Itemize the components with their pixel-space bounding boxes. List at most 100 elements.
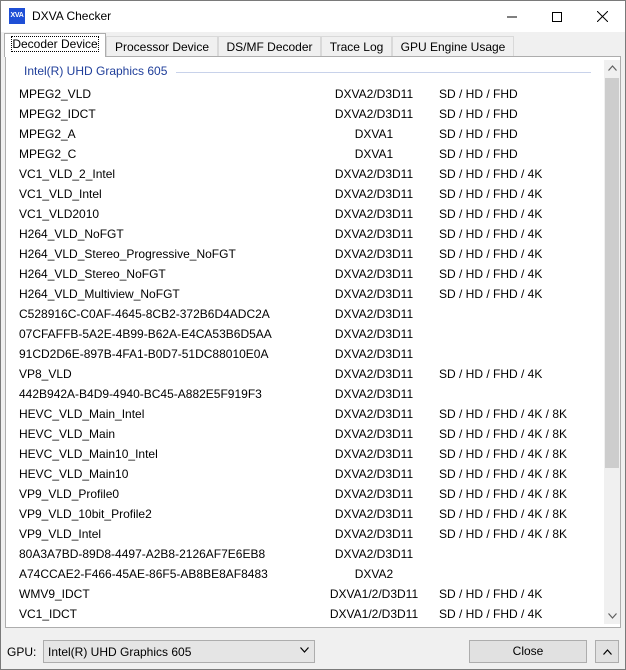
group-title: Intel(R) UHD Graphics 605 (24, 64, 168, 78)
decoder-api: DXVA2/D3D11 (334, 547, 414, 561)
list-item[interactable]: H264_VLD_Stereo_Progressive_NoFGT DXVA2/D… (9, 244, 603, 264)
decoder-api: DXVA2/D3D11 (334, 427, 414, 441)
tab-decoder-device[interactable]: Decoder Device (4, 33, 106, 57)
app-window: XVA DXVA Checker Decoder Device Processo… (0, 0, 626, 670)
list-item[interactable]: HEVC_VLD_Main10_Intel DXVA2/D3D11 SD / HD … (9, 444, 603, 464)
decoder-name: MPEG2_A (19, 127, 76, 141)
decoder-name: 80A3A7BD-89D8-4497-A2B8-2126AF7E6EB8 (19, 547, 266, 561)
close-window-button[interactable] (579, 1, 625, 32)
decoder-name: HEVC_VLD_Main (19, 427, 116, 441)
gpu-label: GPU: (7, 645, 37, 659)
decoder-resolutions: SD / HD / FHD / 4K / 8K (439, 427, 568, 441)
tab-ds-mf-decoder[interactable]: DS/MF Decoder (218, 36, 321, 56)
decoder-api: DXVA2/D3D11 (334, 407, 414, 421)
tab-trace-log[interactable]: Trace Log (321, 36, 392, 56)
tab-label: Trace Log (329, 40, 384, 54)
list-item[interactable]: VP9_VLD_Intel DXVA2/D3D11 SD / HD / FHD / … (9, 524, 603, 544)
decoder-resolutions: SD / HD / FHD / 4K (439, 167, 543, 181)
decoder-api: DXVA2/D3D11 (334, 227, 414, 241)
list-item[interactable]: VC1_VLD_Intel DXVA2/D3D11 SD / HD / FHD / … (9, 184, 603, 204)
list-item[interactable]: C528916C-C0AF-4645-8CB2-372B6D4ADC2A DXVA… (9, 304, 603, 324)
decoder-name: WMV9_IDCT (19, 587, 90, 601)
decoder-resolutions: SD / HD / FHD / 4K / 8K (439, 447, 568, 461)
list-item[interactable]: VC1_IDCT DXVA1/2/D3D11 SD / HD / FHD / 4K (9, 604, 603, 624)
list-item[interactable]: 91CD2D6E-897B-4FA1-B0D7-51DC88010E0A DXVA… (9, 344, 603, 364)
group-divider (176, 72, 591, 73)
minimize-button[interactable] (489, 1, 535, 32)
decoder-api: DXVA2/D3D11 (334, 207, 414, 221)
list-item[interactable]: VP8_VLD DXVA2/D3D11 SD / HD / FHD / 4K (9, 364, 603, 384)
decoder-api: DXVA2/D3D11 (334, 347, 414, 361)
decoder-resolutions: SD / HD / FHD / 4K / 8K (439, 487, 568, 501)
list-item[interactable]: HEVC_VLD_Main_Intel DXVA2/D3D11 SD / HD / … (9, 404, 603, 424)
decoder-api: DXVA2/D3D11 (334, 507, 414, 521)
decoder-name: H264_VLD_Stereo_Progressive_NoFGT (19, 247, 236, 261)
decoder-resolutions: SD / HD / FHD / 4K (439, 607, 543, 621)
list-item[interactable]: MPEG2_A DXVA1 SD / HD / FHD (9, 124, 603, 144)
decoder-name: VC1_IDCT (19, 607, 78, 621)
decoder-name: VP9_VLD_Intel (19, 527, 102, 541)
decoder-name: HEVC_VLD_Main10_Intel (19, 447, 158, 461)
list-item[interactable]: WMV9_IDCT DXVA1/2/D3D11 SD / HD / FHD / 4K (9, 584, 603, 604)
decoder-resolutions: SD / HD / FHD (439, 147, 518, 161)
list-item[interactable]: H264_VLD_NoFGT DXVA2/D3D11 SD / HD / FHD /… (9, 224, 603, 244)
list-item[interactable]: HEVC_VLD_Main10 DXVA2/D3D11 SD / HD / FHD … (9, 464, 603, 484)
app-icon: XVA (9, 8, 25, 24)
gpu-select-value: Intel(R) UHD Graphics 605 (48, 645, 192, 659)
decoder-name: H264_VLD_Stereo_NoFGT (19, 267, 166, 281)
decoder-resolutions: SD / HD / FHD / 4K (439, 227, 543, 241)
decoder-api: DXVA2/D3D11 (334, 247, 414, 261)
decoder-resolutions: SD / HD / FHD / 4K (439, 267, 543, 281)
list-item[interactable]: MPEG2_C DXVA1 SD / HD / FHD (9, 144, 603, 164)
decoder-list[interactable]: Intel(R) UHD Graphics 605 MPEG2_VLD DXVA2… (9, 60, 603, 624)
title-bar[interactable]: XVA DXVA Checker (1, 1, 625, 32)
list-item[interactable]: VP9_VLD_10bit_Profile2 DXVA2/D3D11 SD / HD… (9, 504, 603, 524)
decoder-resolutions: SD / HD / FHD / 4K (439, 367, 543, 381)
decoder-resolutions: SD / HD / FHD / 4K / 8K (439, 467, 568, 481)
decoder-name: VP8_VLD (19, 367, 72, 381)
list-item[interactable]: 442B942A-B4D9-4940-BC45-A882E5F919F3 DXVA… (9, 384, 603, 404)
decoder-api: DXVA2/D3D11 (334, 387, 414, 401)
decoder-resolutions: SD / HD / FHD (439, 107, 518, 121)
decoder-api: DXVA1 (354, 127, 394, 141)
decoder-resolutions: SD / HD / FHD / 4K / 8K (439, 527, 568, 541)
list-item[interactable]: MPEG2_IDCT DXVA2/D3D11 SD / HD / FHD (9, 104, 603, 124)
close-button[interactable]: Close (469, 640, 587, 663)
list-item[interactable]: 07CFAFFB-5A2E-4B99-B62A-E4CA53B6D5AA DXVA… (9, 324, 603, 344)
decoder-name: HEVC_VLD_Main10 (19, 467, 129, 481)
scroll-down-button[interactable] (604, 608, 620, 624)
expand-button[interactable] (595, 640, 619, 663)
list-item[interactable]: VP9_VLD_Profile0 DXVA2/D3D11 SD / HD / FHD… (9, 484, 603, 504)
list-item[interactable]: H264_VLD_Multiview_NoFGT DXVA2/D3D11 SD / … (9, 284, 603, 304)
decoder-name: 07CFAFFB-5A2E-4B99-B62A-E4CA53B6D5AA (19, 327, 272, 341)
list-item[interactable]: HEVC_VLD_Main DXVA2/D3D11 SD / HD / FHD / … (9, 424, 603, 444)
decoder-name: H264_VLD_Multiview_NoFGT (19, 287, 180, 301)
tab-label: GPU Engine Usage (400, 40, 506, 54)
vertical-scrollbar[interactable] (604, 60, 620, 624)
decoder-name: 91CD2D6E-897B-4FA1-B0D7-51DC88010E0A (19, 347, 269, 361)
list-item[interactable]: A74CCAE2-F466-45AE-86F5-AB8BE8AF8483 DXVA… (9, 564, 603, 584)
chevron-up-icon (602, 648, 612, 655)
maximize-button[interactable] (534, 1, 580, 32)
scrollbar-thumb[interactable] (605, 78, 619, 468)
scroll-up-button[interactable] (604, 60, 620, 76)
maximize-icon (552, 11, 562, 22)
decoder-api: DXVA2/D3D11 (334, 367, 414, 381)
tab-label: DS/MF Decoder (226, 40, 313, 54)
window-title: DXVA Checker (32, 9, 112, 23)
tab-processor-device[interactable]: Processor Device (106, 36, 218, 56)
list-item[interactable]: H264_VLD_Stereo_NoFGT DXVA2/D3D11 SD / HD … (9, 264, 603, 284)
decoder-api: DXVA1/2/D3D11 (329, 587, 419, 601)
list-item[interactable]: VC1_VLD_2_Intel DXVA2/D3D11 SD / HD / FHD … (9, 164, 603, 184)
list-item[interactable]: VC1_VLD2010 DXVA2/D3D11 SD / HD / FHD / 4K (9, 204, 603, 224)
minimize-icon (507, 16, 517, 17)
close-icon (596, 11, 608, 22)
decoder-resolutions: SD / HD / FHD / 4K (439, 287, 543, 301)
gpu-select[interactable]: Intel(R) UHD Graphics 605 (43, 640, 315, 663)
decoder-name: MPEG2_IDCT (19, 107, 96, 121)
decoder-resolutions: SD / HD / FHD (439, 127, 518, 141)
list-item[interactable]: 80A3A7BD-89D8-4497-A2B8-2126AF7E6EB8 DXVA… (9, 544, 603, 564)
list-item[interactable]: MPEG2_VLD DXVA2/D3D11 SD / HD / FHD (9, 84, 603, 104)
decoder-api: DXVA2/D3D11 (334, 527, 414, 541)
tab-gpu-engine-usage[interactable]: GPU Engine Usage (392, 36, 514, 56)
